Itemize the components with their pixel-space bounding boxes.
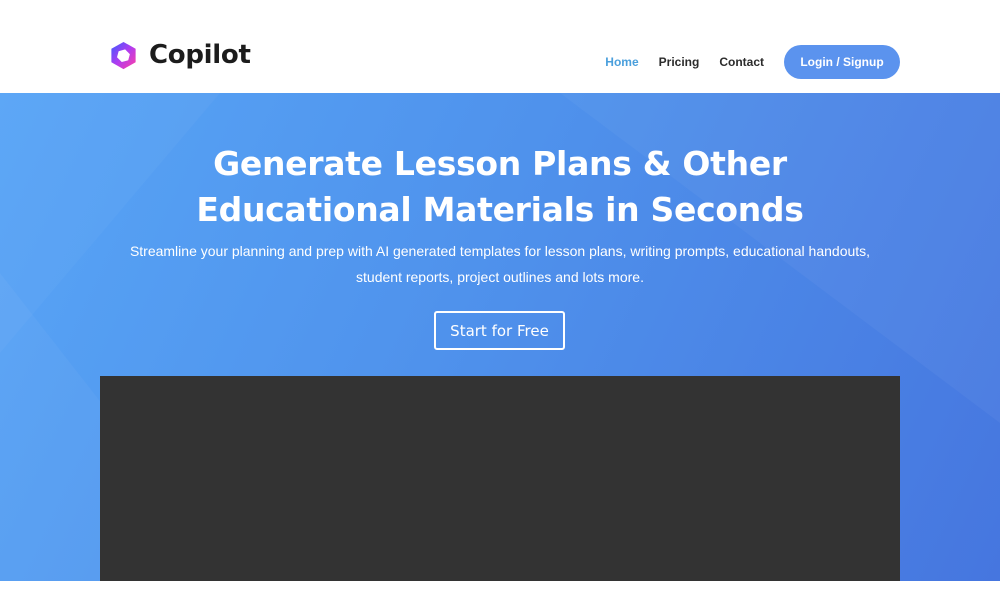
nav-home-link[interactable]: Home [605, 55, 638, 69]
copilot-logo-icon [111, 41, 136, 69]
nav-pricing-link[interactable]: Pricing [659, 55, 700, 69]
brand-logo[interactable]: Copilot [108, 38, 251, 72]
nav-contact-link[interactable]: Contact [719, 55, 764, 69]
site-header: Copilot Home Pricing Contact Login / Sig… [0, 0, 1000, 93]
hero-subtitle: Streamline your planning and prep with A… [129, 243, 871, 285]
start-for-free-button[interactable]: Start for Free [434, 311, 565, 350]
video-embed[interactable] [100, 376, 900, 581]
hero-section: Generate Lesson Plans & Other Educationa… [0, 93, 1000, 581]
hero-title: Generate Lesson Plans & Other Educationa… [196, 144, 804, 229]
login-signup-button[interactable]: Login / Signup [784, 45, 900, 79]
brand-name: Copilot [149, 40, 251, 70]
main-nav: Home Pricing Contact Login / Signup [605, 45, 900, 79]
page-bottom-strip [0, 581, 1000, 600]
